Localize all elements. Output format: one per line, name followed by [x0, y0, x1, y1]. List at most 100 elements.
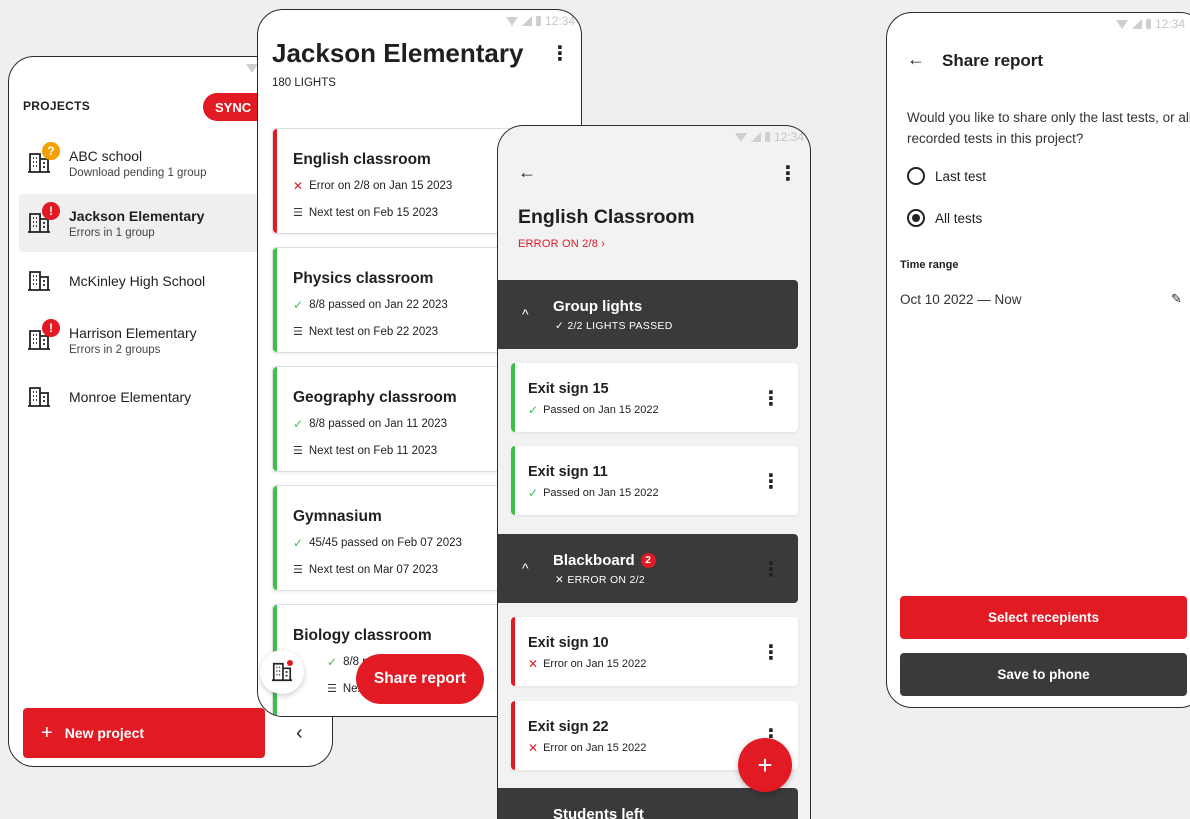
battery-icon [1145, 19, 1151, 29]
project-name: Harrison Elementary [69, 324, 197, 341]
building-icon: ! [27, 202, 60, 235]
project-name: Jackson Elementary [69, 207, 205, 224]
error-label: ERROR ON 2/8 [518, 238, 599, 250]
list-icon: ☰ [327, 683, 337, 695]
select-recipients-button[interactable]: Select recepients [900, 596, 1187, 639]
more-vert-icon[interactable]: ⋮ [761, 560, 781, 580]
project-name: Monroe Elementary [69, 389, 192, 405]
signal-icon [1131, 19, 1142, 29]
edit-icon[interactable]: ✎ [1171, 291, 1182, 307]
classroom-screen: 12:34 ← ⋮ English Classroom ERROR ON 2/8… [497, 125, 811, 819]
group-status: ERROR ON 2/2 [567, 574, 646, 586]
add-fab[interactable]: + [738, 738, 792, 792]
chevron-up-icon: ^ [522, 560, 529, 576]
new-project-label: New project [64, 725, 145, 741]
project-status: Errors in 1 group [69, 226, 155, 239]
room-next-test: Next test on Feb 15 2023 [308, 206, 439, 219]
building-icon: ? [27, 142, 60, 175]
wifi-icon [505, 16, 518, 26]
warning-badge: ? [42, 142, 60, 160]
error-badge: ! [42, 202, 60, 220]
radio-label: All tests [935, 210, 983, 226]
close-icon: ✕ [555, 574, 565, 586]
radio-all-tests[interactable]: All tests [907, 209, 982, 227]
wifi-icon [734, 132, 747, 142]
check-icon: ✓ [528, 403, 539, 417]
error-icon: ✕ [528, 657, 539, 671]
back-arrow-icon[interactable]: ← [907, 49, 925, 70]
wifi-icon [1115, 19, 1128, 29]
group-header[interactable]: Students left [498, 788, 798, 819]
building-icon: ! [27, 319, 60, 352]
battery-icon [535, 16, 541, 26]
group-header[interactable]: ^ Blackboard 2 ✕ ERROR ON 2/2 ⋮ [498, 534, 798, 603]
light-item[interactable]: Exit sign 11 ✓ Passed on Jan 15 2022 ⋮ [511, 446, 798, 515]
page-title: English Classroom [518, 206, 695, 228]
project-name: McKinley High School [69, 273, 206, 289]
signal-icon [521, 16, 532, 26]
light-item[interactable]: Exit sign 10 ✕ Error on Jan 15 2022 ⋮ [511, 617, 798, 686]
room-next-test: Next test on Feb 11 2023 [308, 444, 438, 457]
radio-label: Last test [935, 168, 987, 184]
room-result: 8/8 passed on Jan 11 2023 [309, 418, 447, 430]
error-link[interactable]: ERROR ON 2/8 › [518, 238, 605, 250]
back-arrow-icon[interactable]: ← [518, 162, 536, 183]
light-name: Exit sign 22 [528, 719, 609, 735]
more-vert-icon[interactable]: ⋮ [778, 164, 798, 184]
group-name: Students left [553, 806, 644, 819]
share-report-button[interactable]: Share report [356, 654, 484, 704]
check-icon: ✓ [293, 417, 304, 431]
page-title: Jackson Elementary [272, 38, 524, 68]
light-name: Exit sign 15 [528, 381, 609, 397]
group-name: Blackboard [553, 552, 635, 569]
radio-checked-icon [907, 209, 925, 227]
light-name: Exit sign 11 [528, 464, 608, 480]
list-icon: ☰ [293, 564, 303, 576]
group-name: Group lights [553, 298, 643, 315]
status-bar: 12:34 [505, 10, 581, 32]
chevron-up-icon: ^ [522, 306, 529, 322]
project-name: ABC school [69, 147, 143, 164]
light-status: Passed on Jan 15 2022 [543, 404, 659, 416]
chevron-right-icon: › [601, 238, 606, 250]
room-result: 45/45 passed on Feb 07 2023 [309, 537, 462, 549]
more-vert-icon[interactable]: ⋮ [761, 389, 781, 409]
check-icon: ✓ [555, 320, 565, 332]
status-time: 12:34 [544, 14, 575, 28]
check-icon: ✓ [327, 655, 338, 669]
more-vert-icon[interactable]: ⋮ [761, 643, 781, 663]
room-next-test: Next test on Mar 07 2023 [308, 563, 439, 576]
room-result: Error on 2/8 on Jan 15 2023 [309, 180, 453, 192]
building-icon [27, 269, 51, 293]
light-status: Error on Jan 15 2022 [543, 742, 647, 754]
room-result: 8/8 passed on Jan 22 2023 [309, 299, 448, 311]
project-status: Download pending 1 group [69, 166, 207, 179]
time-range-label: Time range [900, 259, 959, 271]
more-vert-icon[interactable]: ⋮ [761, 472, 781, 492]
group-header[interactable]: ^ Group lights ✓ 2/2 LIGHTS PASSED [498, 280, 798, 349]
error-badge: ! [42, 319, 60, 337]
list-icon: ☰ [293, 207, 303, 219]
error-icon: ✕ [293, 179, 304, 193]
save-to-phone-button[interactable]: Save to phone [900, 653, 1187, 696]
new-project-button[interactable]: + New project [23, 708, 265, 758]
chevron-left-icon[interactable]: ‹ [296, 722, 303, 745]
more-vert-icon[interactable]: ⋮ [550, 44, 570, 64]
signal-icon [750, 132, 761, 142]
list-icon: ☰ [293, 326, 303, 338]
projects-fab[interactable] [260, 650, 304, 694]
light-name: Exit sign 10 [528, 635, 609, 651]
group-status: 2/2 LIGHTS PASSED [567, 320, 673, 332]
status-bar: 12:34 [734, 126, 810, 148]
share-screen: 12:34 ← Share report Would you like to s… [886, 12, 1190, 708]
light-item[interactable]: Exit sign 15 ✓ Passed on Jan 15 2022 ⋮ [511, 363, 798, 432]
battery-icon [764, 132, 770, 142]
radio-last-test[interactable]: Last test [907, 167, 986, 185]
status-time: 12:34 [1154, 17, 1185, 31]
page-title: Share report [942, 51, 1044, 70]
time-range-value[interactable]: Oct 10 2022 — Now [900, 292, 1022, 307]
plus-icon: + [41, 721, 53, 744]
check-icon: ✓ [293, 298, 304, 312]
share-question: Would you like to share only the last te… [907, 110, 1190, 146]
project-status: Errors in 2 groups [69, 343, 161, 356]
